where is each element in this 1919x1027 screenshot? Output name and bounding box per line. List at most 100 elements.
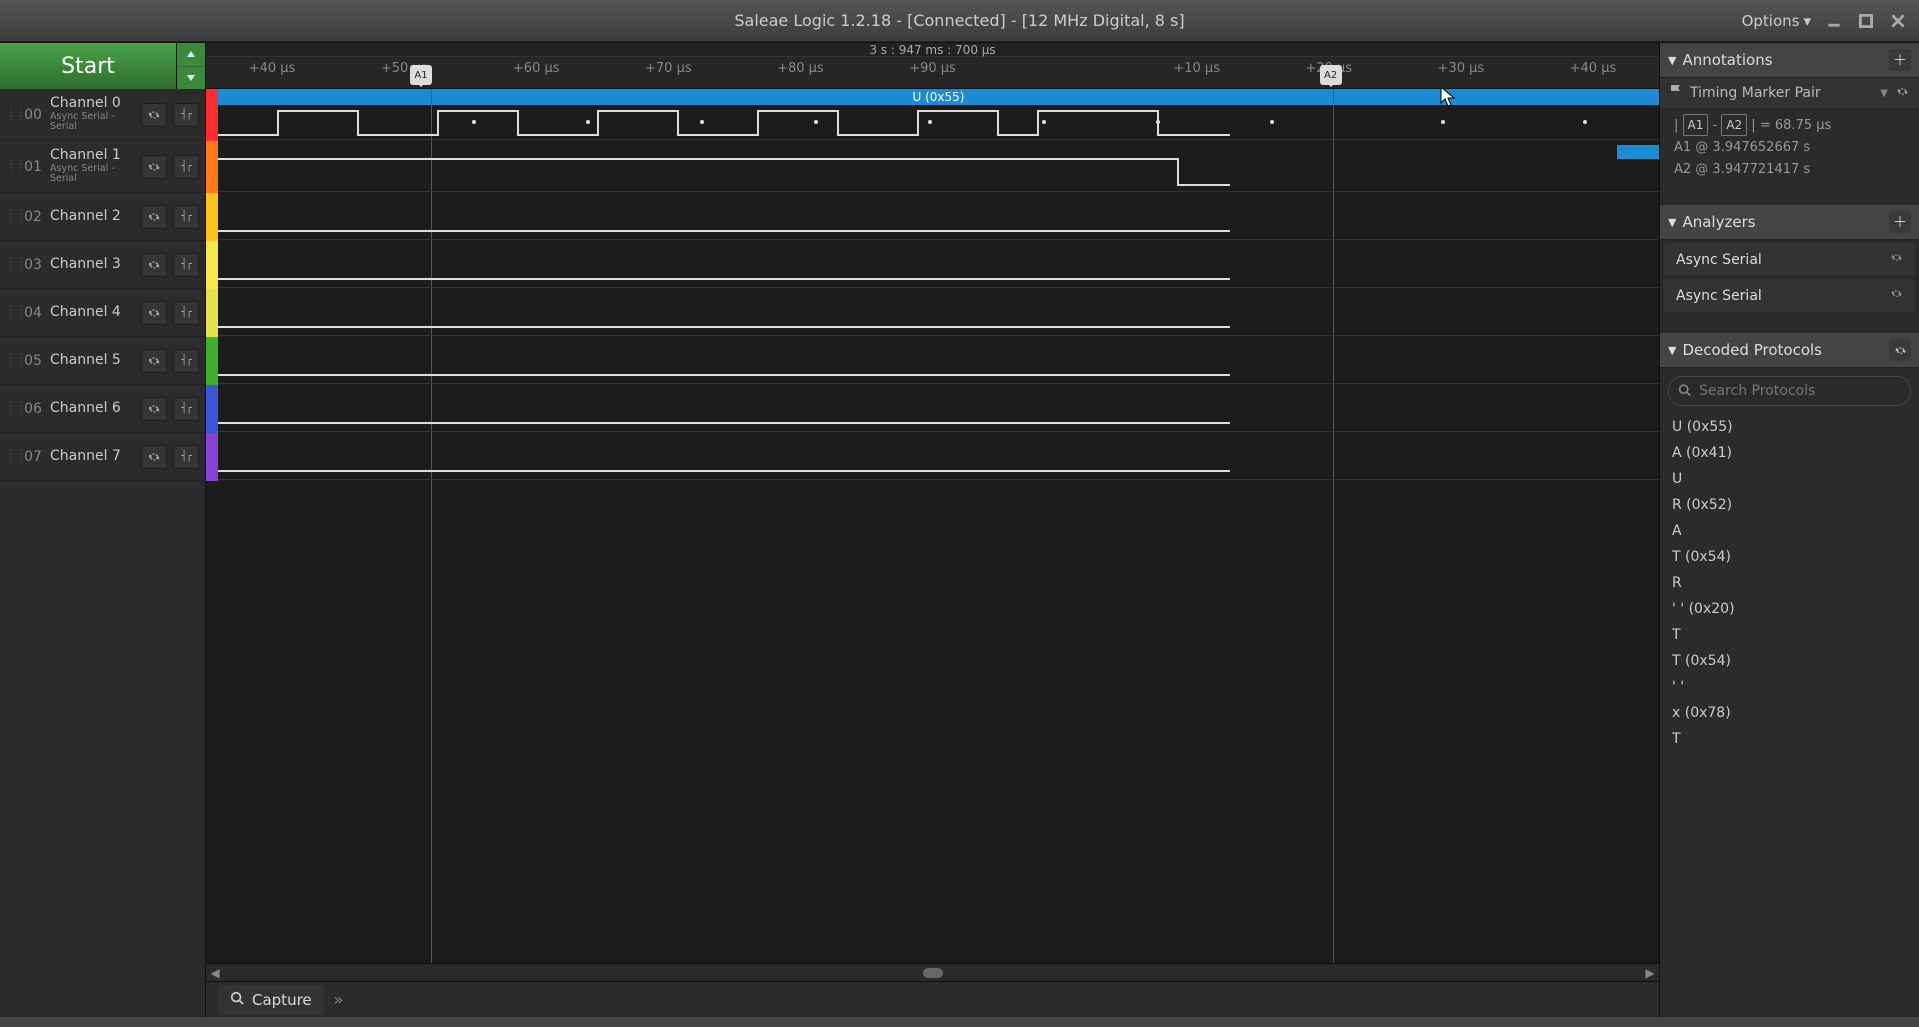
caret-down-icon: ▼	[1668, 344, 1676, 357]
analyzer-name: Async Serial	[1676, 288, 1762, 304]
decoded-item[interactable]: T	[1660, 726, 1919, 752]
statusbar	[0, 1017, 1919, 1027]
channel-trigger-button[interactable]: ┤┌	[173, 349, 199, 373]
protocol-search	[1668, 376, 1911, 406]
analyzer-item[interactable]: Async Serial	[1664, 279, 1915, 312]
channel-settings-button[interactable]	[141, 301, 167, 325]
ruler-tick: +40 μs	[249, 61, 296, 76]
decoded-item[interactable]: A	[1660, 518, 1919, 544]
marker-a2-tag[interactable]: A2	[1320, 65, 1342, 85]
channel-trigger-button[interactable]: ┤┌	[173, 253, 199, 277]
ruler-tick: +10 μs	[1173, 61, 1220, 76]
decoded-item[interactable]: T (0x54)	[1660, 544, 1919, 570]
channel-settings-button[interactable]	[141, 103, 167, 127]
decoded-protocols-gear-icon[interactable]	[1889, 339, 1911, 361]
channel-name: Channel 1	[50, 148, 135, 163]
channel-settings-button[interactable]	[141, 445, 167, 469]
horizontal-scrollbar[interactable]: ◀ ▶	[206, 963, 1659, 981]
marker-line-a1[interactable]	[431, 89, 432, 963]
waveform-area[interactable]: U (0x55)	[218, 89, 1659, 963]
drag-handle-icon[interactable]: ⋮⋮⋮⋮	[6, 453, 16, 461]
close-button[interactable]	[1889, 12, 1907, 30]
annotations-header[interactable]: ▼ Annotations ＋	[1660, 43, 1919, 78]
channel-divider	[218, 239, 1659, 240]
add-annotation-button[interactable]: ＋	[1889, 49, 1911, 71]
drag-handle-icon[interactable]: ⋮⋮⋮⋮	[6, 309, 16, 317]
marker-a1-tag[interactable]: A1	[410, 65, 432, 85]
decoded-item[interactable]: R (0x52)	[1660, 492, 1919, 518]
waveform-channel-5	[218, 373, 1230, 377]
channel-settings-button[interactable]	[141, 397, 167, 421]
channel-trigger-button[interactable]: ┤┌	[173, 397, 199, 421]
scroll-thumb[interactable]	[923, 968, 943, 978]
start-increment[interactable]	[177, 43, 205, 67]
decoded-item[interactable]: ' '	[1660, 674, 1919, 700]
chevron-down-icon[interactable]: ▼	[1880, 88, 1888, 99]
options-label: Options	[1742, 12, 1800, 30]
analyzer-gear-icon[interactable]	[1890, 287, 1903, 304]
marker-line-a2[interactable]	[1333, 89, 1334, 963]
channel-trigger-button[interactable]: ┤┌	[173, 155, 199, 179]
tab-more-icon[interactable]: »	[334, 990, 344, 1009]
decode-annotation-label: U (0x55)	[913, 90, 965, 104]
channel-trigger-button[interactable]: ┤┌	[173, 445, 199, 469]
analyzer-gear-icon[interactable]	[1890, 251, 1903, 268]
drag-handle-icon[interactable]: ⋮⋮⋮⋮	[6, 261, 16, 269]
minimize-button[interactable]	[1825, 12, 1843, 30]
scroll-right-icon[interactable]: ▶	[1641, 966, 1659, 980]
channel-index: 07	[22, 449, 44, 465]
channel-name: Channel 0	[50, 96, 135, 111]
drag-handle-icon[interactable]: ⋮⋮⋮⋮	[6, 213, 16, 221]
timing-marker-gear-icon[interactable]	[1896, 85, 1909, 102]
start-decrement[interactable]	[177, 67, 205, 90]
channel-trigger-button[interactable]: ┤┌	[173, 103, 199, 127]
channel-settings-button[interactable]	[141, 253, 167, 277]
start-button[interactable]: Start	[0, 43, 177, 89]
drag-handle-icon[interactable]: ⋮⋮⋮⋮	[6, 405, 16, 413]
decoded-item[interactable]: T	[1660, 622, 1919, 648]
channel-settings-button[interactable]	[141, 155, 167, 179]
analyzer-item[interactable]: Async Serial	[1664, 243, 1915, 276]
decoded-item[interactable]: A (0x41)	[1660, 440, 1919, 466]
options-menu[interactable]: Options ▾	[1742, 12, 1811, 30]
channel-trigger-button[interactable]: ┤┌	[173, 205, 199, 229]
decoded-protocols-list: U (0x55)A (0x41)UR (0x52)AT (0x54)R' ' (…	[1660, 414, 1919, 1017]
bit-marker-dot	[586, 120, 590, 124]
bit-marker-dot	[1441, 120, 1445, 124]
decoded-item[interactable]: x (0x78)	[1660, 700, 1919, 726]
channel-subtitle: Async Serial - Serial	[50, 112, 135, 133]
caret-down-icon: ▼	[1668, 216, 1676, 229]
channel-trigger-button[interactable]: ┤┌	[173, 301, 199, 325]
add-analyzer-button[interactable]: ＋	[1889, 211, 1911, 233]
channel-settings-button[interactable]	[141, 205, 167, 229]
capture-label: Capture	[252, 991, 312, 1009]
drag-handle-icon[interactable]: ⋮⋮⋮⋮	[6, 111, 16, 119]
timing-marker-pair-row[interactable]: Timing Marker Pair ▼	[1660, 78, 1919, 108]
analyzers-header[interactable]: ▼ Analyzers ＋	[1660, 205, 1919, 240]
channel-settings-button[interactable]	[141, 349, 167, 373]
channel-color-chip	[206, 433, 218, 481]
decoded-item[interactable]: R	[1660, 570, 1919, 596]
decode-annotation[interactable]: U (0x55)	[218, 89, 1659, 105]
decode-annotation-ch1[interactable]	[1617, 145, 1659, 159]
channel-sidebar: Start ⋮⋮⋮⋮00Channel 0Async Serial - Seri…	[0, 43, 206, 1017]
annotations-title: Annotations	[1682, 51, 1772, 69]
capture-tab[interactable]: Capture	[218, 985, 324, 1015]
decoded-item[interactable]: ' ' (0x20)	[1660, 596, 1919, 622]
scroll-left-icon[interactable]: ◀	[206, 966, 224, 980]
decoded-item[interactable]: U	[1660, 466, 1919, 492]
channel-row: ⋮⋮⋮⋮04Channel 4┤┌	[0, 289, 205, 337]
waveform-channel-6	[218, 421, 1230, 425]
protocol-search-input[interactable]	[1668, 376, 1911, 406]
decoded-item[interactable]: T (0x54)	[1660, 648, 1919, 674]
content: Start ⋮⋮⋮⋮00Channel 0Async Serial - Seri…	[0, 42, 1919, 1017]
bit-marker-dot	[1583, 120, 1587, 124]
search-icon	[1678, 382, 1691, 401]
decoded-protocols-header[interactable]: ▼ Decoded Protocols	[1660, 333, 1919, 368]
time-ruler[interactable]: +40 μs+50 μs+60 μs+70 μs+80 μs+90 μs+10 …	[206, 57, 1659, 89]
maximize-button[interactable]	[1857, 12, 1875, 30]
decoded-item[interactable]: U (0x55)	[1660, 414, 1919, 440]
drag-handle-icon[interactable]: ⋮⋮⋮⋮	[6, 357, 16, 365]
channel-name: Channel 2	[50, 209, 135, 224]
drag-handle-icon[interactable]: ⋮⋮⋮⋮	[6, 163, 16, 171]
